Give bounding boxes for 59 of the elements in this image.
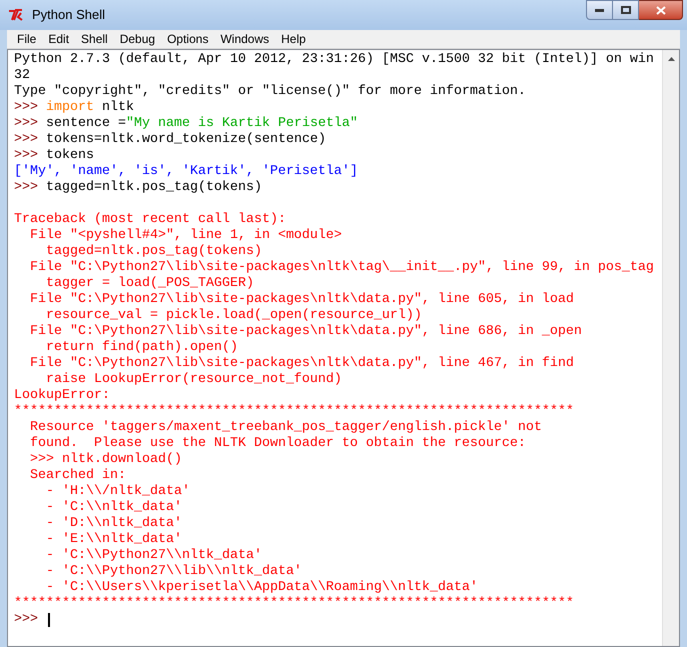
minimize-button[interactable] bbox=[586, 0, 613, 20]
prompt-text: >>> bbox=[14, 148, 39, 164]
console-text: nltk bbox=[100, 100, 134, 116]
console-text: - 'H:\\/nltk_data' bbox=[44, 484, 190, 500]
menu-item[interactable]: Windows bbox=[214, 30, 276, 48]
console-text: Type "copyright", "credits" or "license()" for more information. bbox=[14, 84, 526, 100]
console-text: File "C:\Python27\lib\site-packages\nltk\data.py", line 467, in find bbox=[28, 356, 574, 372]
console-text: ********************************************************************** bbox=[14, 596, 574, 612]
console-text: File "<pyshell#4>", line 1, in <module> bbox=[28, 228, 342, 244]
menu-item[interactable]: Edit bbox=[42, 30, 76, 48]
close-button[interactable] bbox=[639, 0, 683, 20]
console-text: - 'C:\\Python27\\nltk_data' bbox=[44, 548, 262, 564]
prompt-text: >>> bbox=[14, 180, 39, 196]
console-text: sentence = bbox=[46, 116, 126, 132]
console-text: File "C:\Python27\lib\site-packages\nltk\data.py", line 686, in _open bbox=[28, 324, 582, 340]
menu-item[interactable]: Help bbox=[275, 30, 312, 48]
console-text: 32 bbox=[14, 68, 30, 84]
prompt-text: >>> bbox=[14, 612, 39, 628]
console-text: - 'E:\\nltk_data' bbox=[44, 532, 182, 548]
prompt-text: >>> bbox=[14, 116, 39, 132]
console-text: - 'C:\\Python27\\lib\\nltk_data' bbox=[44, 564, 302, 580]
console-text: Python 2.7.3 (default, Apr 10 2012, 23:31:26) [MSC v.1500 32 bit (Intel)] on win bbox=[14, 52, 654, 68]
console-text: import bbox=[46, 100, 94, 116]
minimize-icon bbox=[595, 8, 604, 12]
console-text: found. Please use the NLTK Downloader to obtain the resource: bbox=[28, 436, 526, 452]
console-text: tokens=nltk.word_tokenize(sentence) bbox=[46, 132, 326, 148]
console-text: Searched in: bbox=[28, 468, 126, 484]
console-text: tokens bbox=[46, 148, 94, 164]
console-text: "My name is Kartik Perisetla" bbox=[126, 116, 358, 132]
window-title: Python Shell bbox=[32, 6, 105, 24]
console-text: tagged=nltk.pos_tag(tokens) bbox=[46, 180, 262, 196]
menu-item[interactable]: Shell bbox=[75, 30, 114, 48]
console-text: raise LookupError(resource_not_found) bbox=[44, 372, 342, 388]
console-text: ['My', 'name', 'is', 'Kartik', 'Perisetla'] bbox=[14, 164, 358, 180]
maximize-icon bbox=[620, 6, 630, 14]
close-icon bbox=[656, 6, 666, 14]
console-text: >>> nltk.download() bbox=[28, 452, 182, 468]
menu-item[interactable]: Options bbox=[161, 30, 214, 48]
menu-item[interactable]: File bbox=[11, 30, 42, 48]
console-text: return find(path).open() bbox=[44, 340, 238, 356]
console-text: - 'D:\\nltk_data' bbox=[44, 516, 182, 532]
console-text: File "C:\Python27\lib\site-packages\nltk\tag\__init__.py", line 99, in pos_tag bbox=[28, 260, 654, 276]
console-text: tagged=nltk.pos_tag(tokens) bbox=[44, 244, 262, 260]
console-text: resource_val = pickle.load(_open(resource_url)) bbox=[44, 308, 422, 324]
console-text: LookupError: bbox=[14, 388, 111, 404]
console-text: Traceback (most recent call last): bbox=[14, 212, 286, 228]
console-text: - 'C:\\Users\\kperisetla\\AppData\\Roaming\\nltk_data' bbox=[44, 580, 478, 596]
console-text: Resource 'taggers/maxent_treebank_pos_tagger/english.pickle' not bbox=[28, 420, 542, 436]
text-cursor bbox=[48, 613, 50, 627]
console-text: - 'C:\\nltk_data' bbox=[44, 500, 182, 516]
console-text: tagger = load(_POS_TAGGER) bbox=[44, 276, 254, 292]
scroll-up-icon bbox=[668, 56, 674, 60]
scrollbar[interactable] bbox=[662, 50, 679, 646]
menu-item[interactable]: Debug bbox=[114, 30, 162, 48]
prompt-text: >>> bbox=[14, 100, 39, 116]
prompt-text: >>> bbox=[14, 132, 39, 148]
maximize-button[interactable] bbox=[613, 0, 639, 20]
console-text: File "C:\Python27\lib\site-packages\nltk\data.py", line 605, in load bbox=[28, 292, 574, 308]
console-text: ********************************************************************** bbox=[14, 404, 574, 420]
